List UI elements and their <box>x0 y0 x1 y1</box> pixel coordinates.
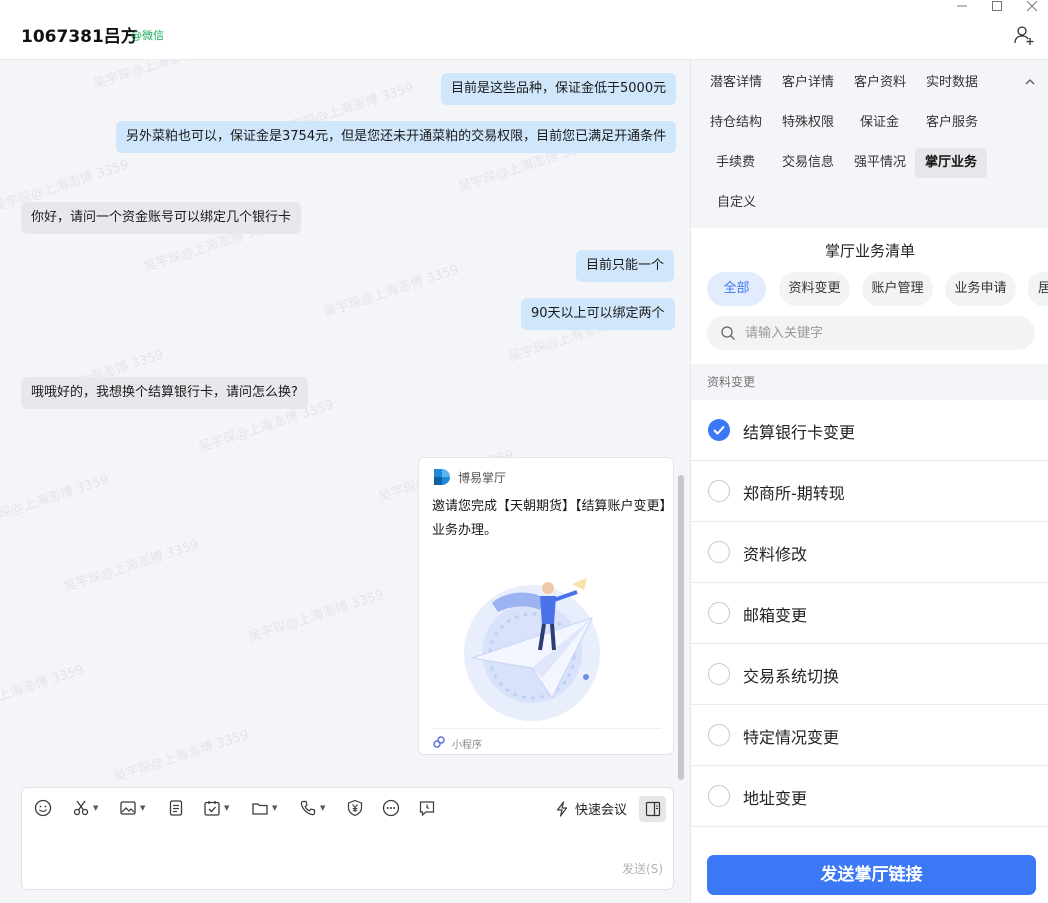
chevron-down-icon[interactable]: ▼ <box>224 804 229 812</box>
business-search[interactable] <box>707 316 1035 350</box>
message-bubble-outgoing[interactable]: 90天以上可以绑定两个 <box>521 298 675 330</box>
card-illustration <box>432 548 660 721</box>
chat-area: 吴宇琛@上海澎博 3359 吴宇琛@上海澎博 3359 吴宇琛@上海澎博 335… <box>0 60 690 903</box>
filter-chip-profile-change[interactable]: 资料变更 <box>779 272 850 306</box>
tab-prospect-detail[interactable]: 潜客详情 <box>700 68 772 98</box>
tab-position-structure[interactable]: 持仓结构 <box>700 108 772 138</box>
more-icon[interactable] <box>382 797 400 819</box>
contact-source-badge: @微信 <box>131 29 164 42</box>
message-bubble-outgoing[interactable]: 另外菜粕也可以，保证金是3754元，但是您还未开通菜粕的交易权限，目前您已满足开… <box>116 121 677 153</box>
checkbox-icon[interactable] <box>708 724 730 746</box>
watermark: 吴宇琛@上海澎博 3359 <box>0 472 111 531</box>
business-item-label: 交易系统切换 <box>743 667 840 686</box>
business-item-label: 地址变更 <box>743 789 808 808</box>
card-app-name: 博易掌厅 <box>458 471 507 485</box>
watermark: 吴宇琛@上海澎博 3359 <box>61 537 201 596</box>
business-item-label: 特定情况变更 <box>743 728 840 747</box>
card-message: 邀请您完成【天朝期货】【结算账户变更】业务办理。 <box>432 499 667 538</box>
business-item-profile-edit[interactable]: 资料修改 <box>691 522 1048 583</box>
tab-customer-profile[interactable]: 客户资料 <box>844 68 916 98</box>
tab-customer-detail[interactable]: 客户详情 <box>772 68 844 98</box>
filter-chip-account-management[interactable]: 账户管理 <box>862 272 933 306</box>
business-item-email-change[interactable]: 邮箱变更 <box>691 583 1048 644</box>
phone-icon[interactable]: ▼ <box>299 797 325 819</box>
tab-mobile-business[interactable]: 掌厅业务 <box>915 148 988 178</box>
chevron-down-icon[interactable]: ▼ <box>272 804 277 812</box>
mini-program-icon <box>433 736 445 748</box>
message-bubble-incoming[interactable]: 哦哦好的，我想换个结算银行卡，请问怎么换? <box>21 377 308 409</box>
business-item-label: 邮箱变更 <box>743 606 808 625</box>
tab-custom[interactable]: 自定义 <box>707 188 766 218</box>
tab-customer-service[interactable]: 客户服务 <box>916 108 988 138</box>
chevron-down-icon[interactable]: ▼ <box>320 804 325 812</box>
search-icon <box>721 326 735 340</box>
watermark: 吴宇琛@上海澎博 3359 <box>111 727 251 786</box>
tab-margin[interactable]: 保证金 <box>850 108 909 138</box>
checkbox-checked-icon[interactable] <box>708 419 730 441</box>
calendar-check-icon[interactable]: ▼ <box>203 797 229 819</box>
watermark: 吴宇琛@上海澎博 3359 <box>321 262 461 321</box>
business-item-label: 结算银行卡变更 <box>743 423 856 442</box>
send-button[interactable]: 发送(S) <box>622 860 663 877</box>
image-icon[interactable]: ▼ <box>119 797 145 819</box>
chat-scrollbar[interactable] <box>678 475 684 780</box>
watermark: 吴宇琛@上海澎博 3359 <box>246 587 386 646</box>
minimize-icon[interactable] <box>952 0 972 16</box>
add-user-icon[interactable] <box>1013 24 1035 46</box>
business-item-trading-system-switch[interactable]: 交易系统切换 <box>691 644 1048 705</box>
folder-icon[interactable]: ▼ <box>251 797 277 819</box>
tab-forced-liquidation[interactable]: 强平情况 <box>844 148 916 178</box>
business-item-special-situation-change[interactable]: 特定情况变更 <box>691 705 1048 766</box>
boyi-logo-icon <box>432 467 452 487</box>
message-bubble-incoming[interactable]: 你好，请问一个资金账号可以绑定几个银行卡 <box>21 202 302 234</box>
business-item-address-change[interactable]: 地址变更 <box>691 766 1048 827</box>
chevron-down-icon[interactable]: ▼ <box>93 804 98 812</box>
tab-trade-info[interactable]: 交易信息 <box>772 148 844 178</box>
filter-chip-all[interactable]: 全部 <box>707 272 766 306</box>
tab-fees[interactable]: 手续费 <box>706 148 765 178</box>
emoji-icon[interactable] <box>34 797 52 819</box>
send-business-link-button[interactable]: 发送掌厅链接 <box>707 855 1036 895</box>
quick-meeting-label: 快速会议 <box>575 803 628 818</box>
contact-name: 1067381吕方 <box>21 27 138 47</box>
business-list-title: 掌厅业务清单 <box>824 242 915 260</box>
business-item-label: 郑商所-期转现 <box>743 484 845 503</box>
mobile-business-list: 掌厅业务清单 全部 资料变更 账户管理 业务申请 居 资料变更 结算银行卡变更 … <box>691 228 1048 903</box>
chevron-up-icon[interactable] <box>1024 76 1036 88</box>
chevron-down-icon[interactable]: ▼ <box>140 804 145 812</box>
checkbox-icon[interactable] <box>708 480 730 502</box>
maximize-icon[interactable] <box>987 0 1007 16</box>
close-icon[interactable] <box>1022 0 1042 16</box>
checkbox-icon[interactable] <box>708 541 730 563</box>
tab-special-permissions[interactable]: 特殊权限 <box>772 108 844 138</box>
search-input[interactable] <box>745 316 1025 350</box>
message-bubble-outgoing[interactable]: 目前是这些品种，保证金低于5000元 <box>441 73 677 105</box>
yuan-shield-icon[interactable] <box>346 797 364 819</box>
mini-program-card[interactable]: 博易掌厅 邀请您完成【天朝期货】【结算账户变更】业务办理。 小程序 <box>418 457 674 755</box>
lightning-icon <box>556 800 568 817</box>
group-label: 资料变更 <box>691 364 1048 400</box>
chat-header: 1067381吕方 @微信 <box>0 0 1048 60</box>
customer-side-panel: 吴宇琛 13420133359 吴宇琛 13420133359 吴宇琛 1342… <box>690 60 1048 903</box>
chat-time-icon[interactable] <box>418 797 436 819</box>
checkbox-icon[interactable] <box>708 663 730 685</box>
side-panel-toggle-icon[interactable] <box>639 796 666 822</box>
watermark: 吴宇琛@上海澎博 3359 <box>0 662 86 721</box>
filter-chip-more[interactable]: 居 <box>1028 272 1048 306</box>
checkbox-icon[interactable] <box>708 785 730 807</box>
filter-chip-business-application[interactable]: 业务申请 <box>945 272 1016 306</box>
message-bubble-outgoing[interactable]: 目前只能一个 <box>576 250 675 282</box>
document-icon[interactable] <box>167 797 185 819</box>
card-footer-label: 小程序 <box>452 740 482 751</box>
card-divider <box>432 728 662 729</box>
message-composer[interactable]: ▼ ▼ ▼ ▼ ▼ 快速会议 发送(S) <box>21 787 674 890</box>
watermark: 吴宇琛@上海澎博 3359 <box>91 60 231 93</box>
quick-meeting-button[interactable]: 快速会议 <box>554 799 627 818</box>
business-item-futures-to-spot[interactable]: 郑商所-期转现 <box>691 461 1048 522</box>
business-item-bank-card-change[interactable]: 结算银行卡变更 <box>691 400 1048 461</box>
tab-realtime-data[interactable]: 实时数据 <box>916 68 988 98</box>
scissors-icon[interactable]: ▼ <box>72 797 98 819</box>
business-item-label: 资料修改 <box>743 545 808 564</box>
checkbox-icon[interactable] <box>708 602 730 624</box>
